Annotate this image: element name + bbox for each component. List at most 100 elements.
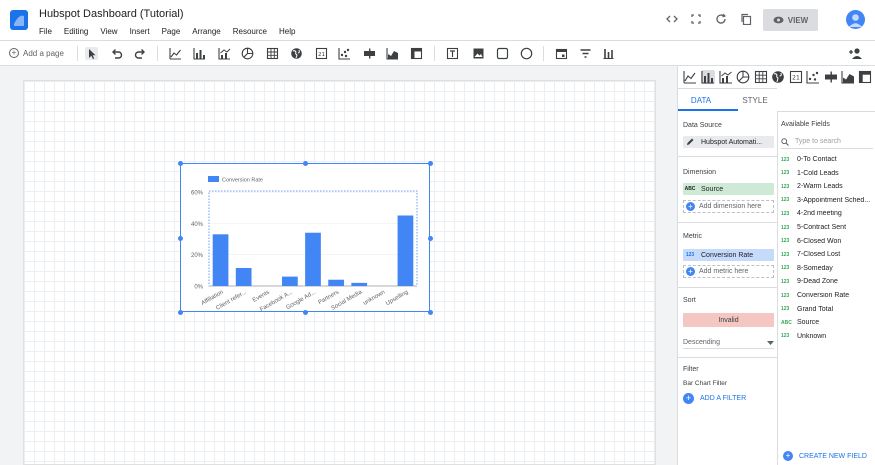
tab-style[interactable]: STYLE — [732, 89, 778, 111]
embed-code-icon[interactable] — [666, 13, 678, 25]
table-icon[interactable] — [754, 70, 768, 84]
add-filter-button[interactable]: + ADD A FILTER — [683, 393, 746, 404]
image-icon[interactable] — [472, 47, 485, 60]
menu-view[interactable]: View — [100, 27, 117, 36]
data-source-chip[interactable]: Hubspot Automati... — [683, 136, 774, 148]
bullet-chart-icon[interactable] — [824, 70, 838, 84]
add-circle-icon: + — [9, 48, 19, 58]
resize-handle-top[interactable] — [303, 161, 308, 166]
copy-report-icon[interactable] — [740, 13, 752, 25]
field-item[interactable]: 123 6-Closed Won — [781, 238, 873, 245]
field-item[interactable]: 123 0-To Contact — [781, 156, 873, 163]
scatter-chart-icon[interactable] — [338, 47, 351, 60]
add-dimension-dropzone[interactable]: + Add dimension here — [683, 200, 774, 213]
undo-icon[interactable] — [110, 47, 123, 60]
pie-chart-icon[interactable] — [736, 70, 750, 84]
field-item[interactable]: 123 9-Dead Zone — [781, 278, 873, 285]
scorecard-icon[interactable]: 21 — [789, 70, 803, 84]
add-person-icon[interactable] — [848, 47, 863, 60]
area-chart-icon[interactable] — [841, 70, 855, 84]
bar-chart-component[interactable]: 0% 20% 40% 60% Conversion Rate Affiliation Cli… — [180, 163, 430, 313]
available-fields-title: Available Fields — [781, 121, 830, 128]
bar-chart-icon[interactable] — [701, 70, 715, 84]
scatter-chart-icon[interactable] — [806, 70, 820, 84]
pie-chart-icon[interactable] — [241, 47, 254, 60]
area-chart-icon[interactable] — [386, 47, 399, 60]
field-name: Conversion Rate — [797, 292, 850, 299]
field-item[interactable]: 123 1-Cold Leads — [781, 170, 873, 177]
field-item[interactable]: 123 Conversion Rate — [781, 292, 873, 299]
text-box-icon[interactable] — [446, 47, 459, 60]
redo-icon[interactable] — [134, 47, 147, 60]
field-search[interactable]: Type to search — [781, 135, 873, 149]
menu-arrange[interactable]: Arrange — [192, 27, 220, 36]
data-control-icon[interactable] — [602, 47, 615, 60]
field-item[interactable]: 123 3-Appointment Sched... — [781, 197, 873, 204]
tab-data[interactable]: DATA — [678, 89, 724, 111]
pivot-table-icon[interactable] — [858, 70, 872, 84]
field-name: 8-Someday — [797, 264, 833, 272]
add-metric-dropzone[interactable]: + Add metric here — [683, 265, 774, 278]
resize-handle-left[interactable] — [178, 236, 183, 241]
bar — [305, 232, 321, 286]
field-item[interactable]: 123 Unknown — [781, 333, 873, 340]
field-item[interactable]: ABC Source — [781, 319, 873, 326]
view-button-label: VIEW — [787, 15, 809, 25]
y-tick-label: 0% — [194, 285, 203, 291]
time-series-chart-icon[interactable] — [169, 47, 182, 60]
rectangle-icon[interactable] — [496, 47, 509, 60]
date-range-icon[interactable] — [555, 47, 568, 60]
pivot-table-icon[interactable] — [410, 47, 423, 60]
menu-insert[interactable]: Insert — [130, 27, 150, 36]
resize-handle-top-left[interactable] — [178, 161, 183, 166]
app-header: Hubspot Dashboard (Tutorial) File Editin… — [0, 0, 875, 40]
menu-page[interactable]: Page — [162, 27, 181, 36]
combo-chart-icon[interactable] — [218, 47, 231, 60]
sort-order-select[interactable]: Descending — [683, 337, 774, 349]
time-series-chart-icon[interactable] — [683, 70, 697, 84]
sort-field-invalid[interactable]: Invalid — [683, 313, 774, 327]
select-cursor-icon[interactable] — [85, 47, 98, 60]
field-item[interactable]: 123 Grand Total — [781, 306, 873, 313]
geo-map-icon[interactable] — [290, 47, 303, 60]
bar-chart-icon[interactable] — [193, 47, 206, 60]
menu-editing[interactable]: Editing — [64, 27, 88, 36]
dimension-chip-source[interactable]: ABC Source — [683, 183, 774, 195]
geo-map-icon[interactable] — [771, 70, 785, 84]
report-title[interactable]: Hubspot Dashboard (Tutorial) — [39, 8, 184, 20]
add-circle-icon: + — [683, 393, 694, 404]
sort-invalid-label: Invalid — [718, 316, 739, 324]
field-item[interactable]: 123 8-Someday — [781, 265, 873, 272]
fullscreen-icon[interactable] — [690, 13, 702, 25]
filter-control-icon[interactable] — [579, 47, 592, 60]
legend-label: Conversion Rate — [222, 178, 263, 184]
view-button[interactable]: VIEW — [763, 9, 818, 31]
create-new-field-button[interactable]: + CREATE NEW FIELD — [783, 451, 867, 461]
refresh-icon[interactable] — [715, 13, 727, 25]
sort-order-value: Descending — [683, 339, 720, 346]
resize-handle-bottom-right[interactable] — [428, 310, 433, 315]
field-name: 3-Appointment Sched... — [797, 196, 871, 204]
resize-handle-top-right[interactable] — [428, 161, 433, 166]
circle-icon[interactable] — [520, 47, 533, 60]
combo-chart-icon[interactable] — [719, 70, 733, 84]
field-item[interactable]: 123 5-Contract Sent — [781, 224, 873, 231]
metric-chip-conversion-rate[interactable]: 123 Conversion Rate — [683, 249, 774, 261]
add-page-button[interactable]: + Add a page — [9, 48, 64, 58]
field-item[interactable]: 123 7-Closed Lost — [781, 251, 873, 258]
bullet-chart-icon[interactable] — [363, 47, 376, 60]
table-icon[interactable] — [266, 47, 279, 60]
resize-handle-bottom[interactable] — [303, 310, 308, 315]
resize-handle-right[interactable] — [428, 236, 433, 241]
resize-handle-bottom-left[interactable] — [178, 310, 183, 315]
field-search-input[interactable]: Type to search — [795, 138, 841, 145]
scorecard-icon[interactable]: 21 — [315, 47, 328, 60]
menu-resource[interactable]: Resource — [233, 27, 267, 36]
field-item[interactable]: 123 2-Warm Leads — [781, 183, 873, 190]
account-avatar[interactable] — [846, 10, 865, 29]
menu-help[interactable]: Help — [279, 27, 295, 36]
data-studio-logo[interactable] — [10, 10, 28, 30]
field-item[interactable]: 123 4-2nd meeting — [781, 210, 873, 217]
menu-file[interactable]: File — [39, 27, 52, 36]
svg-text:21: 21 — [792, 75, 800, 82]
